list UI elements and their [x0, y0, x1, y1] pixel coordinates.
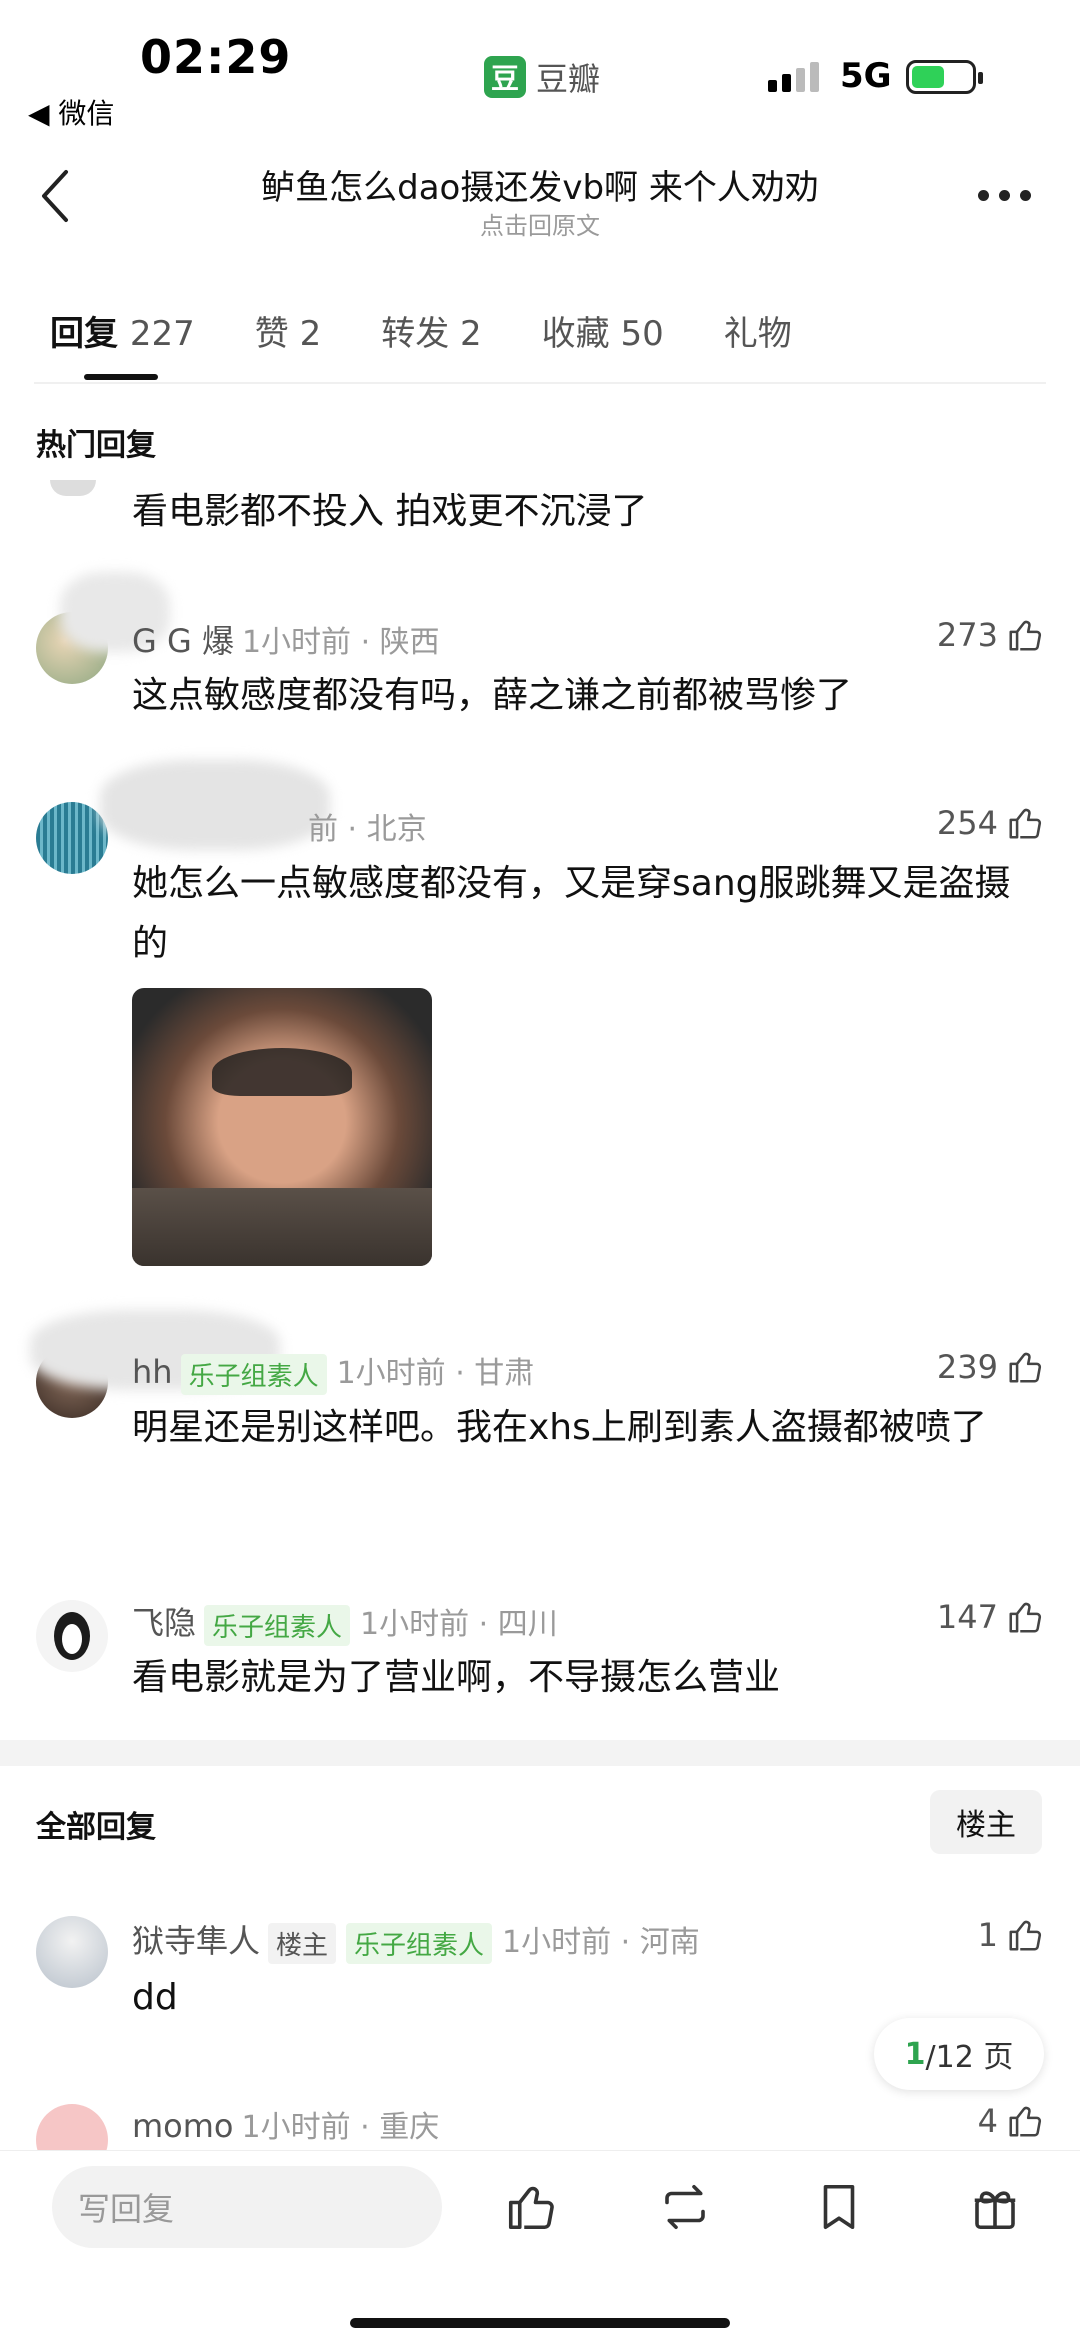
comment-text: 明星还是别这样吧。我在xhs上刷到素人盗摄都被喷了	[132, 1407, 987, 1448]
thumb-up-icon	[1009, 620, 1041, 651]
like-button[interactable]: 4	[978, 2102, 1044, 2140]
tab-reposts[interactable]: 转发 2	[381, 306, 481, 355]
like-count: 239	[936, 1348, 998, 1386]
tab-replies[interactable]: 回复 227	[50, 306, 195, 380]
tab-gifts[interactable]: 礼物	[724, 306, 792, 355]
comment-text: 看电影就是为了营业啊，不导摄怎么营业	[132, 1657, 781, 1698]
hot-replies-title: 热门回复	[36, 428, 156, 463]
page-indicator[interactable]: 1/12 页	[874, 2018, 1044, 2090]
list-item: hh 乐子组素人 1小时前 · 甘肃 239 明星还是别这样吧。我在xhs上刷到素人…	[0, 1300, 1080, 1520]
owner-badge: 楼主	[268, 1923, 337, 1964]
comment-text: 看电影都不投入 拍戏更不沉浸了	[132, 491, 648, 532]
comment-meta: momo 1小时前 · 重庆	[132, 2107, 440, 2145]
thumb-up-icon	[1009, 808, 1041, 839]
reply-input[interactable]: 写回复	[52, 2166, 442, 2248]
signal-icon	[768, 62, 819, 92]
tab-likes[interactable]: 赞 2	[255, 306, 321, 355]
list-item: 飞隐 乐子组素人 1小时前 · 四川 147 看电影就是为了营业啊，不导摄怎么营业	[0, 1560, 1080, 1720]
group-badge: 乐子组素人	[204, 1605, 351, 1646]
avatar[interactable]	[36, 802, 108, 874]
like-count: 254	[936, 804, 998, 842]
avatar[interactable]	[36, 2104, 108, 2156]
thumb-up-icon[interactable]	[504, 2180, 558, 2234]
like-button[interactable]: 239	[937, 1348, 1044, 1386]
back-to-wechat-link[interactable]: ◀ 微信	[28, 92, 114, 132]
comment-text: 这点敏感度都没有吗，薛之谦之前都被骂惨了	[132, 675, 853, 716]
all-replies-title: 全部回复	[36, 1810, 156, 1845]
like-button[interactable]: 1	[978, 1916, 1044, 1954]
like-count: 273	[936, 616, 998, 654]
network-type: 5G	[840, 56, 892, 96]
more-options-icon[interactable]	[978, 190, 1031, 201]
douban-logo-icon: 豆	[484, 56, 526, 98]
comment-text: 她怎么一点敏感度都没有，又是穿sang服跳舞又是盗摄的	[132, 863, 1011, 964]
total-pages: /12 页	[925, 2040, 1014, 2075]
like-count: 1	[977, 1916, 998, 1954]
home-indicator	[350, 2318, 730, 2328]
username[interactable]: 飞隐	[132, 1604, 196, 1642]
username[interactable]: momo	[132, 2107, 234, 2145]
thumb-up-icon	[1009, 2106, 1041, 2137]
page-title: 鲈鱼怎么dao摄还发vb啊 来个人劝劝	[261, 168, 819, 208]
tab-collections[interactable]: 收藏 50	[542, 306, 664, 355]
battery-icon	[906, 60, 983, 94]
app-name: 豆瓣	[536, 60, 601, 98]
divider	[34, 382, 1046, 384]
comment-meta: hh 乐子组素人 1小时前 · 甘肃	[132, 1348, 534, 1395]
username[interactable]: 狱寺隼人	[132, 1922, 260, 1960]
list-item: momo 1小时前 · 重庆 4	[0, 2096, 1080, 2156]
like-button[interactable]: 254	[937, 804, 1044, 842]
status-time: 02:29	[140, 30, 292, 84]
comment-meta: 狱寺隼人 楼主 乐子组素人 1小时前 · 河南	[132, 1916, 700, 1964]
username[interactable]: G G 爆	[132, 622, 234, 660]
section-separator	[0, 1740, 1080, 1766]
group-badge: 乐子组素人	[180, 1354, 327, 1395]
list-item: 狱寺隼人 楼主 乐子组素人 1小时前 · 河南 1 dd	[0, 1890, 1080, 2020]
tab-bar: 回复 227 赞 2 转发 2 收藏 50 礼物	[50, 306, 852, 380]
list-item: G G 爆 1小时前 · 陕西 273 这点敏感度都没有吗，薛之谦之前都被骂惨了	[0, 572, 1080, 732]
owner-only-filter-button[interactable]: 楼主	[930, 1790, 1042, 1854]
list-item: 前 · 北京 254 她怎么一点敏感度都没有，又是穿sang服跳舞又是盗摄的	[0, 760, 1080, 1280]
like-count: 147	[936, 1598, 998, 1636]
app-logo: 豆 豆瓣	[484, 54, 600, 100]
group-badge: 乐子组素人	[346, 1923, 493, 1964]
current-page: 1	[904, 2036, 926, 2072]
repost-icon[interactable]	[658, 2180, 712, 2234]
username[interactable]: hh	[132, 1353, 173, 1391]
like-button[interactable]: 273	[937, 616, 1044, 654]
back-to-original-link[interactable]: 点击回原文	[0, 206, 1080, 241]
thumb-up-icon	[1009, 1920, 1041, 1951]
comment-meta: 飞隐 乐子组素人 1小时前 · 四川	[132, 1598, 558, 1646]
comment-text: dd	[132, 1977, 178, 2018]
comment-meta: 前 · 北京	[308, 812, 427, 847]
redaction-smear	[100, 760, 330, 850]
thumb-up-icon	[1009, 1352, 1041, 1383]
gift-icon[interactable]	[968, 2180, 1022, 2234]
bookmark-icon[interactable]	[812, 2180, 866, 2234]
like-button[interactable]: 147	[937, 1598, 1044, 1636]
avatar[interactable]	[36, 1600, 108, 1672]
like-count: 4	[977, 2102, 998, 2140]
avatar[interactable]	[36, 1916, 108, 1988]
avatar	[50, 480, 96, 496]
thumb-up-icon	[1009, 1602, 1041, 1633]
comment-image[interactable]	[132, 988, 432, 1266]
comment-meta: G G 爆 1小时前 · 陕西	[132, 622, 440, 660]
